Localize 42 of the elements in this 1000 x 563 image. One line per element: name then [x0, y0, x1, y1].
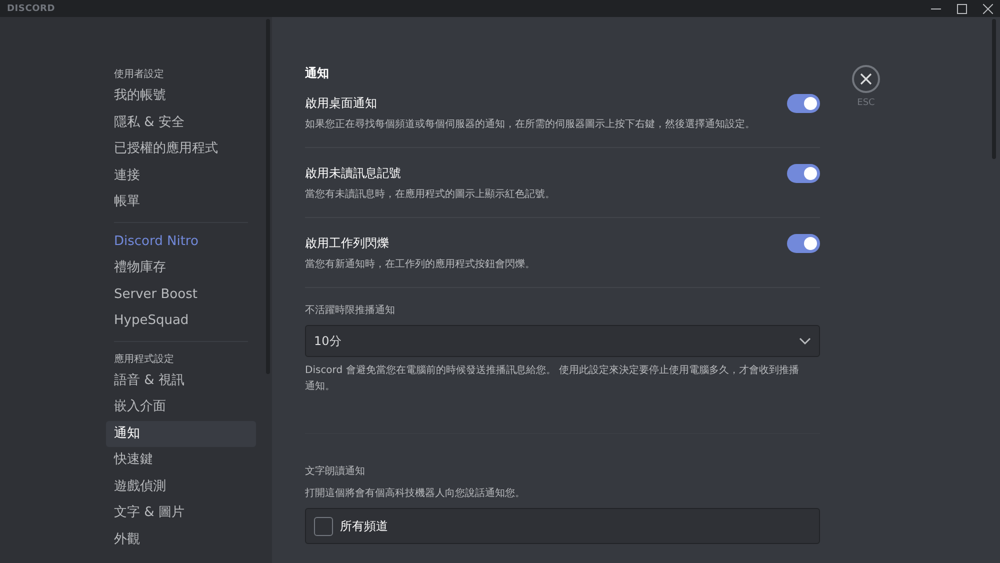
- close-icon[interactable]: [983, 4, 993, 14]
- sidebar-item[interactable]: 連接: [106, 162, 256, 189]
- sidebar-item[interactable]: 已授權的應用程式: [106, 136, 256, 162]
- toggle-switch[interactable]: [787, 94, 820, 112]
- sidebar-item[interactable]: Server Boost: [106, 282, 256, 308]
- close-icon: [860, 73, 872, 85]
- checkbox[interactable]: [314, 516, 333, 536]
- section-header: 不活躍時限推播通知: [305, 304, 396, 317]
- esc-label: ESC: [857, 98, 875, 108]
- sidebar-item[interactable]: 快速鍵: [106, 447, 256, 474]
- sidebar-item[interactable]: 外觀: [106, 526, 256, 553]
- app-logo: DISCORD: [7, 4, 56, 14]
- sidebar-item[interactable]: 隱私 & 安全: [106, 110, 256, 136]
- toggle-switch[interactable]: [787, 234, 820, 252]
- chevron-down-icon: [799, 337, 811, 345]
- sidebar-item[interactable]: 遊戲偵測: [106, 474, 256, 500]
- sidebar-item[interactable]: 語音 & 視訊: [106, 368, 256, 394]
- sidebar-item[interactable]: HypeSquad: [106, 308, 256, 334]
- setting-description: 如果您正在尋找每個頻道或每個伺服器的通知，在所需的伺服器圖示上按下右鍵，然後選擇通知設定。: [305, 118, 756, 131]
- toggle-switch[interactable]: [787, 164, 820, 182]
- sidebar-item[interactable]: 通知: [106, 420, 256, 447]
- sidebar-item[interactable]: 禮物庫存: [106, 255, 256, 282]
- setting-description: 當您有未讀訊息時，在應用程式的圖示上顯示紅色記號。: [305, 188, 556, 201]
- sidebar-item[interactable]: 我的帳號: [106, 83, 256, 110]
- setting-description: Discord 會避免當您在電腦前的時候發送推播訊息給您。 使用此設定來決定要停止使用電腦多久，才會收到推播通知。: [305, 364, 800, 394]
- radio-option[interactable]: 所有頻道: [305, 508, 820, 544]
- section-header: 使用者設定: [113, 68, 165, 82]
- page-title: 通知: [305, 65, 330, 82]
- setting-label: 啟用未讀訊息記號: [305, 164, 401, 182]
- setting-label: 啟用桌面通知: [305, 94, 377, 112]
- setting-description: 當您有新通知時，在工作列的應用程式按鈕會閃爍。: [305, 258, 536, 271]
- setting-description: 打開這個將會有個高科技機器人向您說話通知您。: [305, 486, 526, 500]
- close-button[interactable]: [852, 65, 880, 93]
- sidebar-item[interactable]: 文字 & 圖片: [106, 500, 256, 526]
- setting-label: 啟用工作列閃爍: [305, 234, 389, 252]
- sidebar-item[interactable]: 嵌入介面: [106, 394, 256, 420]
- maximize-icon[interactable]: [957, 4, 967, 14]
- section-header: 應用程式設定: [113, 352, 175, 366]
- section-header: 文字朗讀通知: [305, 464, 366, 478]
- sidebar-item[interactable]: 帳單: [106, 189, 256, 216]
- timeout-dropdown[interactable]: 10分: [305, 325, 820, 357]
- sidebar-item[interactable]: Discord Nitro: [106, 228, 256, 255]
